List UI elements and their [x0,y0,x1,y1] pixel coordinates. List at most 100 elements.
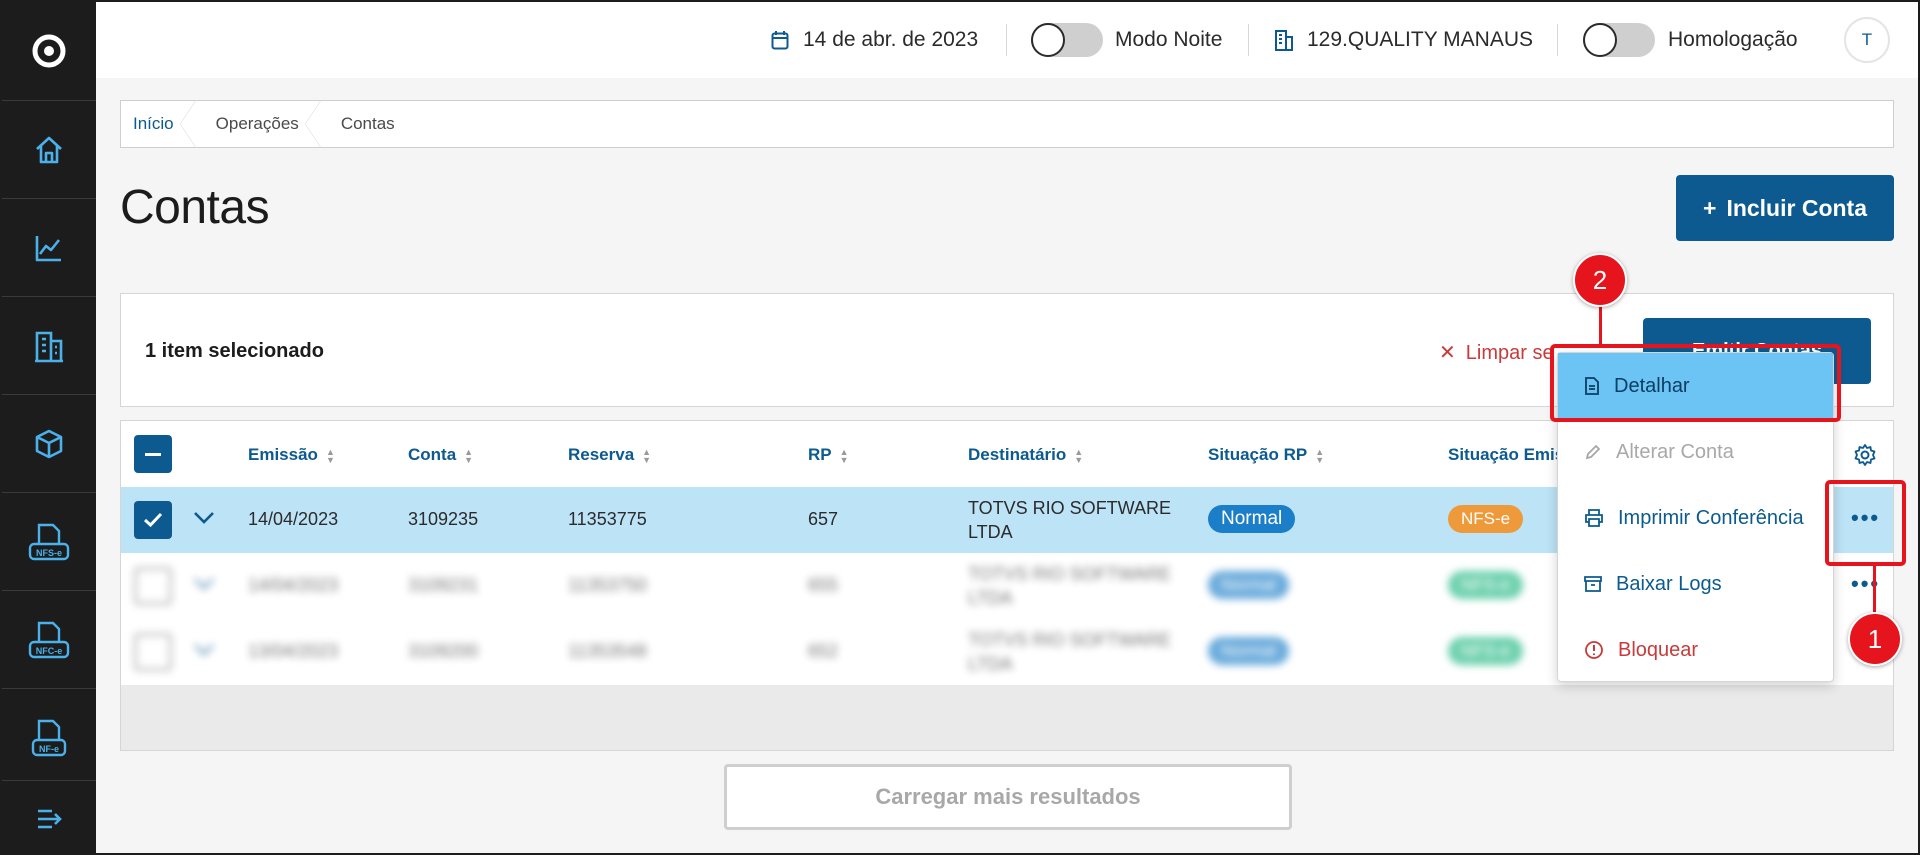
alert-icon [1585,641,1603,659]
menu-item-label: Alterar Conta [1616,440,1734,463]
pencil-icon [1585,444,1601,460]
column-situacao-emissao[interactable]: Situação Emis [1448,445,1564,465]
status-badge: Normal [1208,637,1289,665]
menu-item-label: Bloquear [1618,638,1699,661]
check-icon [143,512,163,528]
chevron-down-icon[interactable] [193,511,215,525]
row-checkbox[interactable] [134,567,172,605]
column-emissao[interactable]: Emissão ▲ ▼ [248,445,335,465]
nfs-e-icon: NFS-e [28,523,70,560]
sidebar-item-nfe[interactable]: NF-e [2,688,96,786]
column-destinatario[interactable]: Destinatário ▲ ▼ [968,445,1083,465]
minus-icon [145,452,161,456]
archive-icon [1584,576,1602,592]
sort-icon: ▲ ▼ [1315,446,1325,465]
column-label: Destinatário [968,445,1067,464]
column-rp[interactable]: RP ▲ ▼ [808,445,849,465]
column-label: Situação RP [1208,445,1308,464]
cell-conta: 3109231 [408,575,479,595]
chevron-down-icon[interactable] [193,643,215,657]
annotation-highlight-more-button [1825,480,1906,566]
building-icon [35,331,63,362]
breadcrumb-home[interactable]: Início [121,100,196,148]
sidebar-item-home[interactable] [2,100,96,198]
sidebar-item-nfse[interactable]: NFS-e [2,492,96,590]
row-checkbox[interactable] [134,633,172,671]
cell-destinatario: TOTVS RIO SOFTWARE LTDA [968,630,1172,674]
chevron-down-icon[interactable] [193,577,215,591]
printer-icon [1585,509,1603,527]
column-reserva[interactable]: Reserva ▲ ▼ [568,445,651,465]
sort-icon: ▲ ▼ [1074,446,1084,465]
cell-emissao: 13/04/2023 [248,641,339,661]
status-badge: NFS-e [1448,637,1524,665]
menu-item-imprimir-conferencia[interactable]: Imprimir Conferência [1558,485,1833,551]
app-logo-icon [32,34,66,68]
app-window: NFS-e NFC-e NF-e 14 de abr. de 2023 Modo… [0,0,1920,855]
breadcrumb-current: Contas [340,114,395,133]
cell-rp: 655 [808,575,839,595]
annotation-step-2: 2 [1573,253,1627,307]
menu-item-alterar-conta[interactable]: Alterar Conta [1558,419,1833,485]
add-account-label: Incluir Conta [1726,194,1867,221]
cell-destinatario: TOTVS RIO SOFTWARE LTDA [968,498,1172,542]
menu-item-baixar-logs[interactable]: Baixar Logs [1558,551,1833,617]
cell-rp: 657 [808,509,839,529]
column-label: Conta [408,445,457,464]
app-logo[interactable] [2,2,96,100]
page-title: Contas [120,181,270,234]
sidebar-item-products[interactable] [2,394,96,492]
sidebar: NFS-e NFC-e NF-e [2,2,96,855]
calendar-icon [771,31,789,50]
sidebar-item-companies[interactable] [2,296,96,394]
column-situacao-rp[interactable]: Situação RP ▲ ▼ [1208,445,1324,465]
cell-reserva: 11353775 [568,509,647,529]
night-mode-toggle[interactable] [1031,23,1103,57]
select-all-checkbox[interactable] [134,435,172,473]
nfc-e-icon: NFC-e [28,621,70,658]
avatar[interactable]: T [1844,17,1890,63]
annotation-highlight-detalhar [1550,344,1841,422]
cell-reserva: 11353750 [568,575,647,595]
cell-destinatario: TOTVS RIO SOFTWARE LTDA [968,564,1172,608]
gear-icon[interactable] [1853,443,1877,467]
company-selector[interactable]: 129.QUALITY MANAUS [1307,27,1533,53]
menu-item-bloquear[interactable]: Bloquear [1558,617,1833,683]
sidebar-item-nfce[interactable]: NFC-e [2,590,96,688]
cell-reserva: 11353548 [568,641,647,661]
status-badge: Normal [1208,505,1296,533]
nfse-label: NFS-e [36,548,62,558]
sort-icon: ▲ ▼ [325,446,335,465]
menu-item-label: Baixar Logs [1616,572,1722,595]
menu-item-label: Imprimir Conferência [1618,506,1804,529]
column-label: Emissão [248,445,318,464]
night-mode-label: Modo Noite [1115,28,1223,51]
close-icon: ✕ [1439,342,1456,364]
column-label: Reserva [568,445,635,464]
clear-selection-button[interactable]: ✕ Limpar se [1439,340,1554,365]
environment-toggle[interactable] [1583,23,1655,57]
sort-icon: ▲ ▼ [642,446,652,465]
load-more-button[interactable]: Carregar mais resultados [724,764,1292,830]
home-icon [36,136,62,163]
add-account-button[interactable]: + Incluir Conta [1676,175,1894,241]
column-label: Situação Emis [1448,445,1565,464]
cell-rp: 652 [808,641,839,661]
sidebar-toggle[interactable] [2,780,96,855]
cell-conta: 3109200 [408,641,479,661]
column-conta[interactable]: Conta ▲ ▼ [408,445,473,465]
selection-count: 1 item selecionado [145,340,324,362]
breadcrumb-operations[interactable]: Operações [196,100,321,148]
status-badge: Normal [1208,571,1289,599]
company-building-icon [1275,30,1293,51]
row-checkbox[interactable] [134,501,172,539]
sort-icon: ▲ ▼ [839,446,849,465]
cell-emissao: 14/04/2023 [248,575,339,595]
topbar: 14 de abr. de 2023 Modo Noite 129.QUALIT… [96,2,1918,78]
sidebar-item-reports[interactable] [2,198,96,296]
status-badge: NFS-e [1448,571,1524,599]
environment-label: Homologação [1668,28,1798,51]
sort-icon: ▲ ▼ [464,446,474,465]
divider [1248,24,1249,56]
plus-icon: + [1703,194,1717,221]
